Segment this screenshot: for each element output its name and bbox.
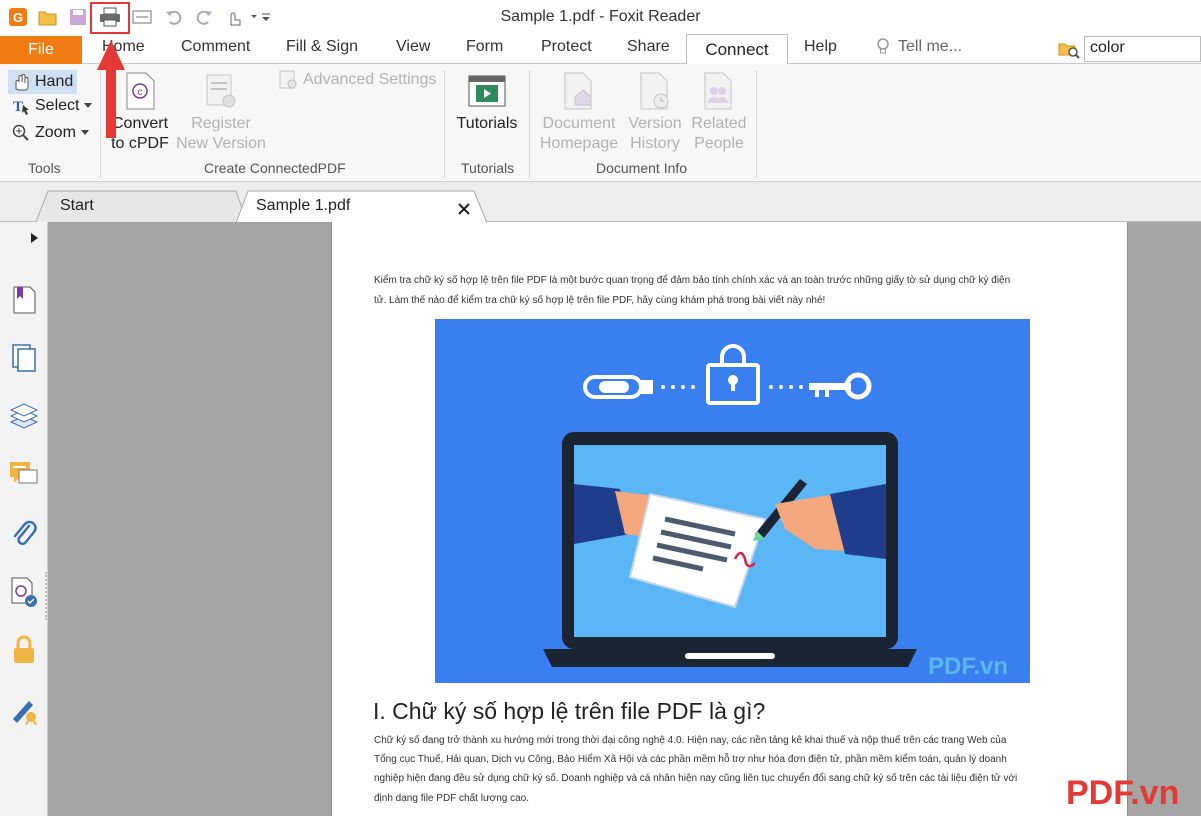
lock-icon[interactable] [8, 634, 40, 666]
advanced-settings-button[interactable]: Advanced Settings [278, 70, 436, 90]
search-area: color [1056, 35, 1201, 63]
people-icon [699, 70, 739, 112]
tab-form[interactable]: Form [466, 38, 503, 56]
zoom-icon [12, 124, 29, 141]
body-text-line-2: Tổng cục Thuế, Hải quan, Dịch vụ Công, B… [374, 754, 1007, 765]
history-label-1: Version [628, 115, 682, 132]
history-clock-icon [635, 70, 675, 112]
document-homepage-button[interactable]: Document Homepage [538, 70, 620, 154]
red-arrow-annotation [97, 40, 125, 138]
tab-view[interactable]: View [396, 38, 430, 56]
tell-me-label: Tell me... [898, 38, 963, 55]
certify-pen-icon[interactable] [8, 694, 40, 726]
menu-bar: File Home Comment Fill & Sign View Form … [0, 34, 1201, 65]
zoom-label: Zoom [35, 124, 76, 141]
history-label-2: History [630, 135, 680, 152]
chevron-down-icon [84, 103, 93, 108]
image-watermark-text: PDF.vn [928, 653, 1008, 680]
tell-me[interactable]: Tell me... [876, 38, 962, 56]
expand-panel-icon[interactable] [30, 232, 40, 244]
intro-text-line-2: tử. Làm thế nào để kiểm tra chữ ký số hợ… [374, 295, 826, 306]
tutorials-group-label: Tutorials [461, 160, 515, 176]
zoom-tool-button[interactable]: Zoom [12, 124, 89, 142]
body-text-line-3: nghiệp hiện đang đều sử dụng chữ ký số. … [374, 773, 1018, 784]
layers-icon[interactable] [8, 400, 40, 432]
advanced-settings-label: Advanced Settings [303, 71, 437, 88]
hand-tool-button[interactable]: Hand [8, 70, 78, 94]
people-label-1: Related [691, 115, 747, 132]
document-tab-bar: Start Sample 1.pdf [0, 182, 1201, 224]
tab-comment[interactable]: Comment [181, 38, 250, 56]
settings-icon [279, 70, 297, 89]
search-folder-icon[interactable] [1058, 39, 1080, 59]
search-input[interactable]: color [1084, 36, 1201, 62]
signature-panel-icon[interactable] [8, 576, 40, 608]
ribbon: Hand T Select Zoom Tools c Convert to cP… [0, 64, 1201, 182]
tab-help[interactable]: Help [804, 38, 837, 56]
svg-text:c: c [138, 87, 143, 98]
pages-thumbnail-icon[interactable] [8, 342, 40, 374]
tutorials-button[interactable]: Tutorials [452, 70, 522, 134]
body-text-line-1: Chữ ký số đang trở thành xu hướng mới tr… [374, 735, 1007, 746]
version-history-button[interactable]: Version History [624, 70, 686, 154]
docinfo-group-label: Document Info [596, 160, 688, 176]
document-home-icon [559, 70, 599, 112]
file-tab[interactable]: File [0, 36, 82, 64]
hand-label: Hand [35, 73, 74, 90]
register-version-icon [201, 70, 241, 112]
tab-start[interactable]: Start [40, 190, 230, 222]
sidebar-resize-handle[interactable] [45, 572, 47, 620]
svg-text:T: T [13, 99, 23, 115]
bookmark-icon[interactable] [8, 284, 40, 316]
register-label-2: New Version [176, 135, 266, 152]
ribbon-separator [529, 70, 530, 178]
select-label: Select [35, 97, 80, 114]
related-people-button[interactable]: Related People [688, 70, 750, 154]
tab-fill-sign[interactable]: Fill & Sign [286, 38, 358, 56]
select-tool-button[interactable]: T Select [12, 97, 93, 115]
tutorials-label: Tutorials [456, 115, 518, 132]
create-group-label: Create ConnectedPDF [204, 160, 346, 176]
register-new-version-button[interactable]: Register New Version [175, 70, 267, 154]
homepage-label-1: Document [542, 115, 616, 132]
print-highlight-box [90, 2, 130, 34]
intro-text-line-1: Kiểm tra chữ ký số hợp lệ trên file PDF … [374, 275, 1011, 286]
title-bar: G Sample 1.pdf - Foxit Reader [0, 0, 1201, 34]
body-text-line-4: định dạng file PDF chất lượng cao. [374, 793, 530, 804]
lightbulb-icon [877, 38, 889, 54]
comments-icon[interactable] [8, 458, 40, 490]
window-title: Sample 1.pdf - Foxit Reader [500, 8, 701, 25]
section-heading: I. Chữ ký số hợp lệ trên file PDF là gì? [373, 698, 766, 724]
tools-group-label: Tools [28, 160, 61, 176]
digital-signature-illustration: PDF.vn [435, 319, 1030, 683]
attachment-icon[interactable] [8, 518, 40, 550]
tab-connect[interactable]: Connect [686, 34, 788, 65]
people-label-2: People [694, 135, 744, 152]
text-select-icon: T [13, 99, 29, 115]
navigation-sidebar [0, 222, 48, 816]
ribbon-separator [756, 70, 757, 178]
cpdf-document-icon: c [120, 70, 160, 112]
site-watermark: PDF.vn [1066, 774, 1180, 812]
close-icon[interactable] [457, 202, 471, 216]
tab-protect[interactable]: Protect [541, 38, 592, 56]
chevron-down-icon [80, 130, 89, 135]
video-icon [467, 70, 507, 112]
ribbon-separator [444, 70, 445, 178]
tab-share[interactable]: Share [627, 38, 670, 56]
tab-sample-pdf[interactable]: Sample 1.pdf [236, 190, 446, 222]
hand-icon [15, 74, 29, 91]
register-label-1: Register [191, 115, 251, 132]
homepage-label-2: Homepage [539, 135, 619, 152]
